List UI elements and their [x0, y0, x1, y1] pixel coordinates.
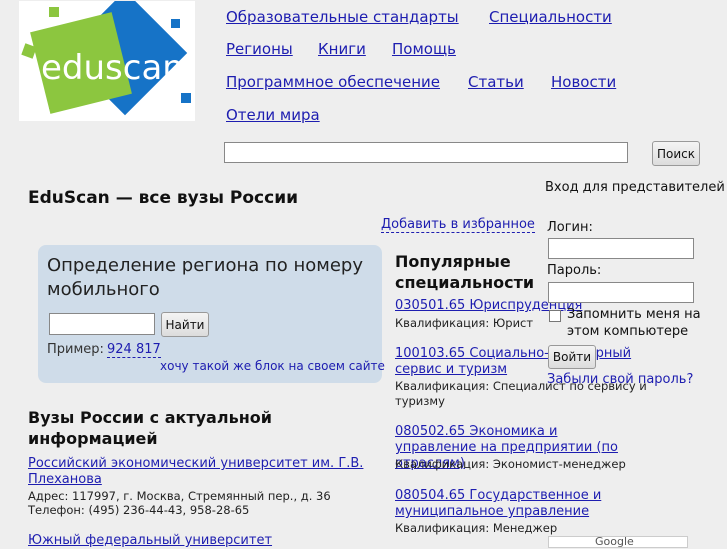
example-label: Пример:: [47, 342, 104, 357]
svg-text:eduscan: eduscan: [41, 48, 184, 88]
example-number[interactable]: 924 817: [107, 342, 161, 358]
university-link[interactable]: Южный федеральный университет: [28, 533, 368, 549]
nav-books[interactable]: Книги: [318, 40, 366, 58]
eduscan-logo-graphic: eduscan: [19, 1, 195, 121]
university-link[interactable]: Российский экономический университет им.…: [28, 456, 368, 488]
remember-me-label: Запомнить меня на этом компьютере: [567, 307, 701, 339]
nav-specialties[interactable]: Специальности: [489, 8, 612, 26]
nav-standards[interactable]: Образовательные стандарты: [226, 8, 459, 26]
search-button[interactable]: Поиск: [652, 141, 700, 166]
password-input[interactable]: [548, 282, 694, 303]
specialty-link[interactable]: 080504.65 Государственное и муниципально…: [395, 488, 640, 520]
specialties-heading: Популярные специальности: [395, 252, 535, 292]
university-phone: Телефон: (495) 236-44-43, 958-28-65: [28, 503, 250, 517]
university-address: Адрес: 117997, г. Москва, Стремянный пер…: [28, 489, 331, 503]
nav-articles[interactable]: Статьи: [468, 73, 524, 91]
password-label: Пароль:: [547, 263, 602, 278]
nav-help[interactable]: Помощь: [392, 40, 456, 58]
specialty-qualification: Квалификация: Менеджер: [395, 521, 558, 535]
google-badge: Google: [548, 536, 688, 548]
page-title: EduScan — все вузы России: [28, 188, 299, 208]
nav-software[interactable]: Программное обеспечение: [226, 73, 440, 91]
eduscan-logo[interactable]: eduscan: [19, 1, 195, 121]
login-heading: Вход для представителей: [545, 180, 725, 195]
nav-hotels[interactable]: Отели мира: [226, 106, 320, 124]
login-label: Логин:: [547, 220, 593, 235]
specialty-qualification: Квалификация: Экономист-менеджер: [395, 457, 626, 471]
get-widget-link[interactable]: хочу такой же блок на своем сайте: [160, 359, 385, 373]
region-lookup-title: Определение региона по номеру мобильного: [47, 255, 364, 300]
add-to-favorites-link[interactable]: Добавить в избранное: [381, 217, 535, 233]
find-region-button[interactable]: Найти: [161, 312, 209, 337]
remember-me-checkbox[interactable]: [549, 310, 561, 322]
phone-number-input[interactable]: [49, 313, 155, 335]
search-input[interactable]: [224, 142, 628, 163]
universities-heading: Вузы России с актуальной информацией: [28, 408, 272, 448]
forgot-password-link[interactable]: Забыли свой пароль?: [547, 372, 693, 387]
login-input[interactable]: [548, 238, 694, 259]
nav-regions[interactable]: Регионы: [226, 40, 293, 58]
login-submit-button[interactable]: Войти: [548, 345, 596, 369]
google-badge-text: Google: [595, 536, 634, 548]
nav-news[interactable]: Новости: [551, 73, 616, 91]
